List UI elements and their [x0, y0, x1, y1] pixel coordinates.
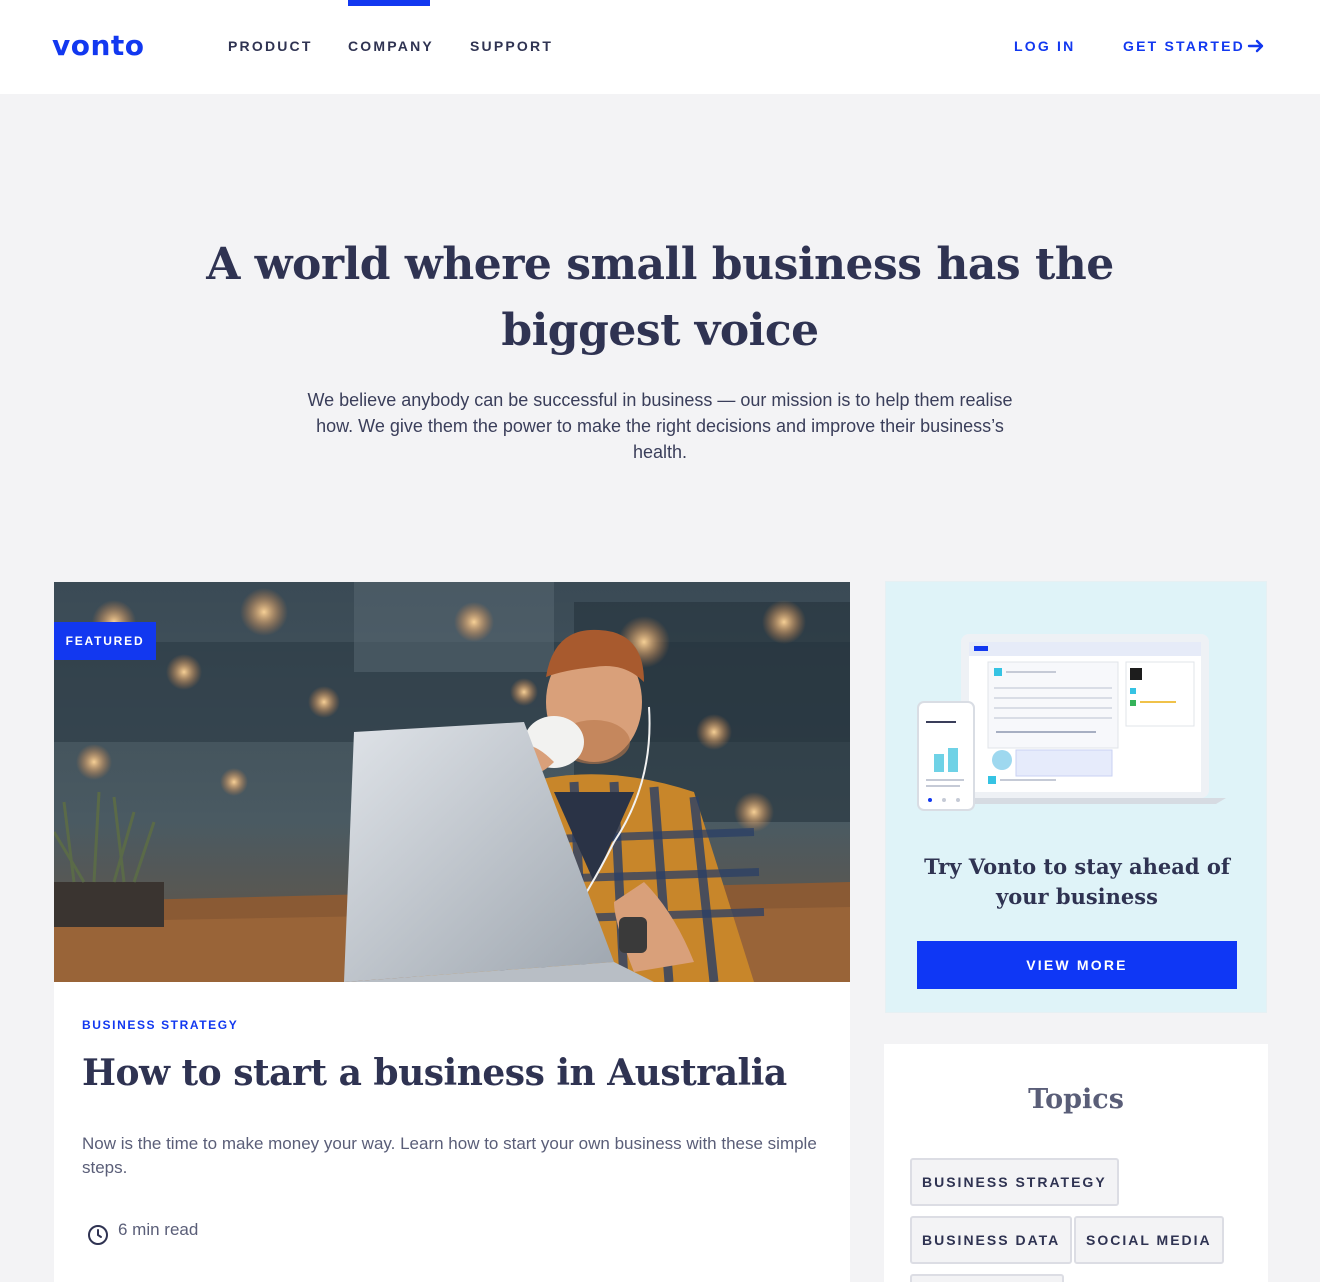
- get-started-link[interactable]: GET STARTED: [1123, 38, 1245, 54]
- hero-title: A world where small business has the big…: [206, 239, 1114, 356]
- clock-icon: [88, 1225, 108, 1245]
- topic-chip-business-data[interactable]: BUSINESS DATA: [910, 1216, 1073, 1264]
- nav-active-indicator: [348, 0, 430, 6]
- view-more-button[interactable]: VIEW MORE: [917, 941, 1237, 989]
- topic-chip-social-media[interactable]: SOCIAL MEDIA: [1074, 1216, 1224, 1264]
- hero-description: We believe anybody can be successful in …: [307, 390, 1013, 462]
- topics-card: Topics BUSINESS STRATEGY BUSINESS DATA S…: [884, 1044, 1268, 1282]
- featured-article-card[interactable]: FEATURED BUSINESS STRATEGY How to start …: [54, 582, 850, 1282]
- site-header: vonto PRODUCT COMPANY SUPPORT LOG IN GET…: [0, 0, 1320, 94]
- read-time: 6 min read: [118, 1220, 199, 1239]
- article-excerpt: Now is the time to make money your way. …: [82, 1134, 817, 1177]
- promo-title: Try Vonto to stay ahead of your business: [924, 854, 1230, 909]
- article-category[interactable]: BUSINESS STRATEGY: [82, 1018, 238, 1032]
- featured-badge: FEATURED: [54, 622, 156, 660]
- featured-article-image[interactable]: FEATURED: [54, 582, 850, 982]
- article-title[interactable]: How to start a business in Australia: [82, 1048, 822, 1098]
- nav-company[interactable]: COMPANY: [348, 38, 434, 54]
- arrow-right-icon[interactable]: [1247, 38, 1265, 54]
- nav-support[interactable]: SUPPORT: [470, 38, 553, 54]
- man-drinking-coffee-with-laptop-photo: [54, 582, 850, 982]
- nav-product[interactable]: PRODUCT: [228, 38, 313, 54]
- promo-card: Try Vonto to stay ahead of your business…: [885, 581, 1267, 1013]
- topic-chip-business-strategy[interactable]: BUSINESS STRATEGY: [910, 1158, 1119, 1206]
- topics-title: Topics: [1028, 1084, 1124, 1115]
- topic-chip[interactable]: [910, 1274, 1064, 1282]
- login-link[interactable]: LOG IN: [1014, 38, 1075, 54]
- app-dashboard-illustration: [917, 634, 1226, 811]
- vonto-logo[interactable]: vonto: [52, 30, 145, 62]
